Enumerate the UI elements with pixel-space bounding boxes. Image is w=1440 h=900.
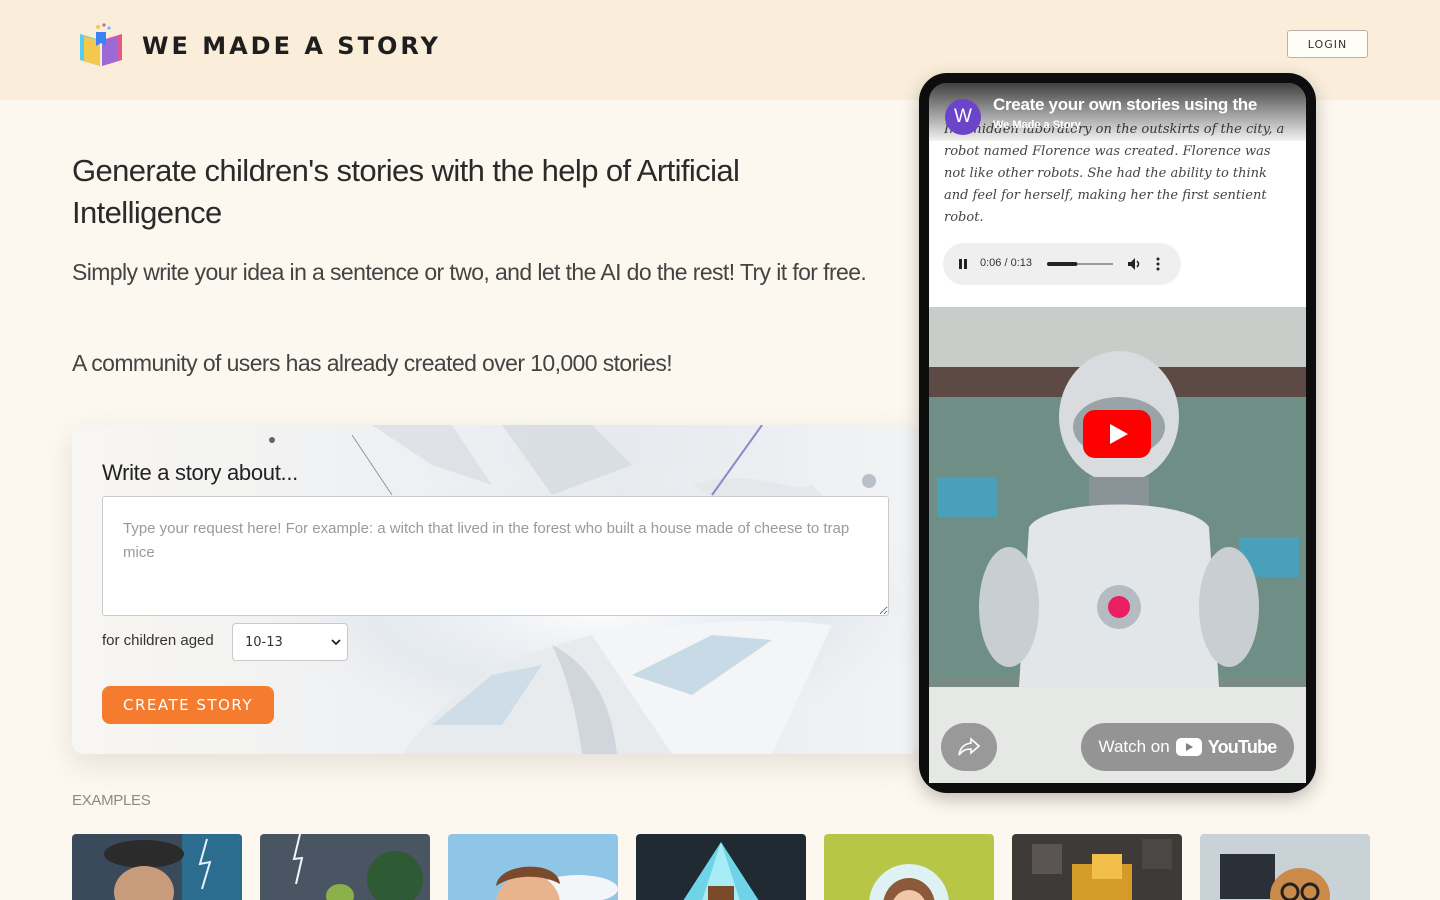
chevron-down-icon xyxy=(331,639,341,646)
age-label: for children aged xyxy=(102,632,214,649)
form-title: Write a story about... xyxy=(102,460,298,485)
audio-progress-bar[interactable] xyxy=(1047,258,1113,270)
share-button[interactable] xyxy=(941,723,997,771)
page-subheading: Simply write your idea in a sentence or … xyxy=(72,259,867,285)
story-form-card: Write a story about... for children aged… xyxy=(72,425,920,754)
more-options-icon[interactable] xyxy=(1155,257,1161,271)
share-arrow-icon xyxy=(958,737,980,756)
example-story-thumbnail[interactable] xyxy=(260,834,430,900)
girl-character-image xyxy=(824,834,994,900)
volume-icon[interactable] xyxy=(1127,257,1141,271)
dog-with-glasses-image xyxy=(1200,834,1370,900)
brand-name[interactable]: WE MADE A STORY xyxy=(142,32,441,60)
watch-on-label: Watch on xyxy=(1098,737,1170,756)
youtube-play-button-icon[interactable] xyxy=(1083,410,1151,458)
phone-frame: In a hidden laboratory on the outskirts … xyxy=(919,73,1316,793)
audio-time: 0:06 / 0:13 xyxy=(980,257,1032,269)
example-story-thumbnail[interactable] xyxy=(72,834,242,900)
youtube-wordmark: YouTube xyxy=(1207,736,1278,757)
wizard-in-storm-image xyxy=(72,834,242,900)
video-title[interactable]: Create your own stories using the xyxy=(993,95,1283,115)
audio-player[interactable]: 0:06 / 0:13 xyxy=(943,243,1181,285)
create-story-button[interactable]: CREATE STORY xyxy=(102,686,274,724)
watch-on-youtube-button[interactable]: Watch on YouTube xyxy=(1081,723,1294,771)
story-idea-textarea[interactable] xyxy=(102,496,889,616)
boy-character-image xyxy=(448,834,618,900)
book-logo-icon[interactable] xyxy=(76,22,126,68)
youtube-embed[interactable]: In a hidden laboratory on the outskirts … xyxy=(929,83,1306,783)
example-story-thumbnail[interactable] xyxy=(1200,834,1370,900)
channel-avatar[interactable]: W xyxy=(945,99,981,135)
crystal-house-image xyxy=(636,834,806,900)
page-headline: Generate children's stories with the hel… xyxy=(72,153,740,230)
age-select[interactable]: 10-13 xyxy=(232,623,348,661)
example-story-thumbnail[interactable] xyxy=(636,834,806,900)
community-stat: A community of users has already created… xyxy=(72,350,673,376)
login-button[interactable]: LOGIN xyxy=(1287,30,1368,58)
example-story-thumbnail[interactable] xyxy=(1012,834,1182,900)
youtube-logo-icon xyxy=(1175,738,1202,756)
age-select-value: 10-13 xyxy=(245,634,283,650)
channel-name[interactable]: We Made a Story xyxy=(993,119,1081,131)
robot-illustration-image xyxy=(929,307,1306,783)
golden-blocks-image xyxy=(1012,834,1182,900)
example-story-thumbnail[interactable] xyxy=(448,834,618,900)
examples-heading: EXAMPLES xyxy=(72,792,151,809)
pause-icon[interactable] xyxy=(957,258,969,270)
example-story-thumbnail[interactable] xyxy=(824,834,994,900)
lightning-creature-image xyxy=(260,834,430,900)
video-title-bar: W Create your own stories using the We M… xyxy=(929,83,1306,141)
